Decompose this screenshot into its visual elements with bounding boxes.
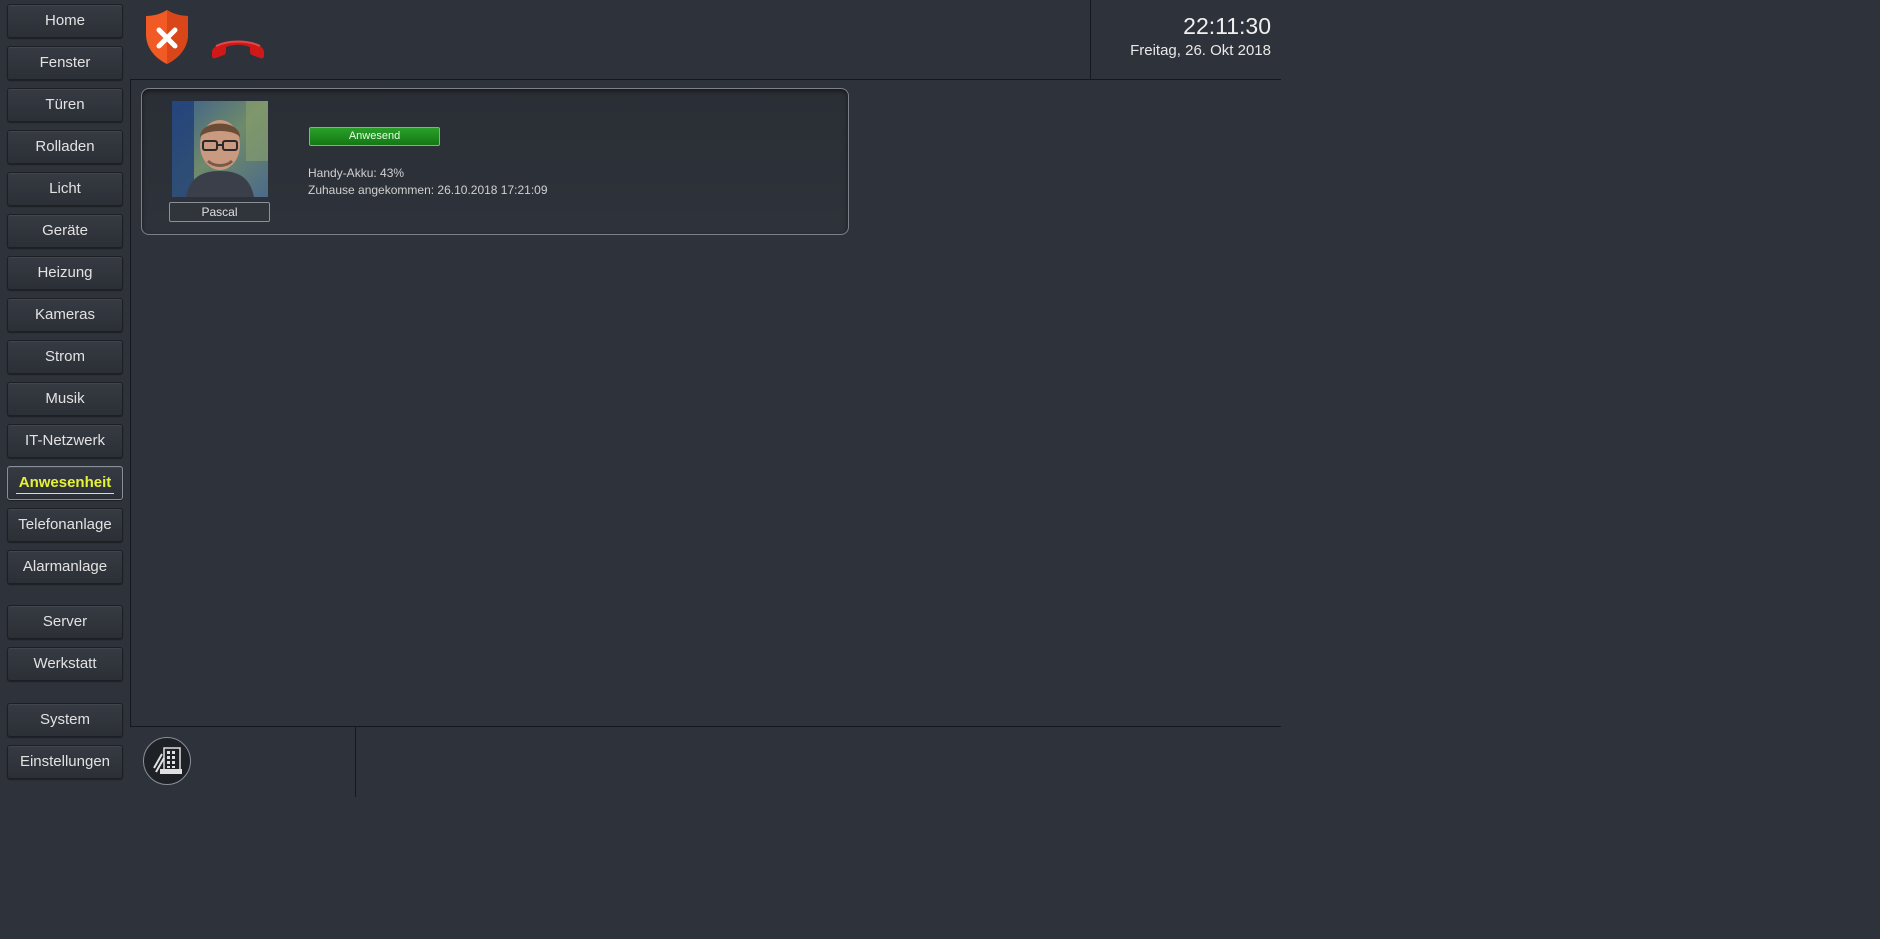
nav-rolladen-button[interactable]: Rolladen <box>7 130 123 164</box>
presence-card: Pascal Anwesend Handy-Akku: 43% Zuhause … <box>141 88 849 235</box>
content-left-border <box>130 80 131 726</box>
nav-server-button[interactable]: Server <box>7 605 123 639</box>
nav-musik-button[interactable]: Musik <box>7 382 123 416</box>
nav-telefonanlage-button[interactable]: Telefonanlage <box>7 508 123 542</box>
battery-info: Handy-Akku: 43% <box>308 166 405 180</box>
nav-home-button[interactable]: Home <box>7 4 123 38</box>
nav-tueren-button[interactable]: Türen <box>7 88 123 122</box>
avatar <box>172 101 268 197</box>
nav-fenster-button[interactable]: Fenster <box>7 46 123 80</box>
nav-licht-button[interactable]: Licht <box>7 172 123 206</box>
clock-date: Freitag, 26. Okt 2018 <box>1130 42 1271 59</box>
nav-werkstatt-button[interactable]: Werkstatt <box>7 647 123 681</box>
nav-einstellungen-button[interactable]: Einstellungen <box>7 745 123 779</box>
status-badge: Anwesend <box>309 127 440 146</box>
footer-divider <box>355 727 356 797</box>
nav-it-netzwerk-button[interactable]: IT-Netzwerk <box>7 424 123 458</box>
footer-top-border <box>130 726 1281 727</box>
phone-hangup-icon[interactable] <box>208 30 268 62</box>
nav-anwesenheit-label: Anwesenheit <box>18 474 112 491</box>
header-clock-divider <box>1090 0 1091 79</box>
clock-time: 22:11:30 <box>1183 13 1271 39</box>
person-name-button[interactable]: Pascal <box>169 202 270 222</box>
clock-panel: 22:11:30 Freitag, 26. Okt 2018 <box>1130 13 1271 59</box>
security-shield-alert-icon[interactable] <box>143 8 191 66</box>
keypad-icon[interactable] <box>143 737 191 785</box>
active-underline <box>16 493 114 494</box>
nav-strom-button[interactable]: Strom <box>7 340 123 374</box>
nav-kameras-button[interactable]: Kameras <box>7 298 123 332</box>
nav-heizung-button[interactable]: Heizung <box>7 256 123 290</box>
nav-anwesenheit-button[interactable]: Anwesenheit <box>7 466 123 500</box>
nav-geraete-button[interactable]: Geräte <box>7 214 123 248</box>
arrival-info: Zuhause angekommen: 26.10.2018 17:21:09 <box>308 183 548 197</box>
header-bottom-border <box>130 79 1281 80</box>
nav-alarmanlage-button[interactable]: Alarmanlage <box>7 550 123 584</box>
nav-system-button[interactable]: System <box>7 703 123 737</box>
